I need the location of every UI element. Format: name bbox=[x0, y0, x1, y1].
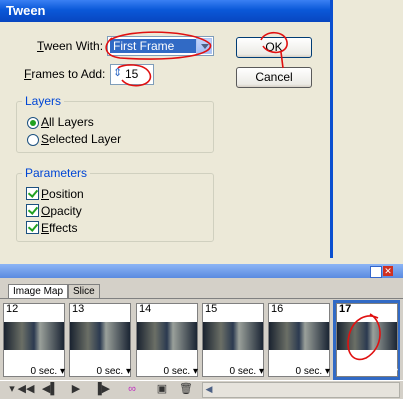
tab-image-map[interactable]: Image Map bbox=[8, 284, 69, 299]
dialog-border bbox=[330, 0, 333, 258]
opacity-checkbox[interactable] bbox=[26, 204, 39, 217]
ok-button[interactable]: OK bbox=[236, 37, 312, 58]
tab-slice[interactable]: Slice bbox=[68, 284, 100, 299]
frame-image bbox=[70, 322, 130, 350]
close-icon[interactable]: ✕ bbox=[383, 266, 393, 276]
first-frame-icon[interactable]: ◀◀ bbox=[16, 381, 36, 397]
tween-with-value: First Frame bbox=[110, 39, 199, 53]
all-layers-radio[interactable] bbox=[27, 117, 39, 129]
frames-to-add-field[interactable]: ⇕ 15 bbox=[110, 64, 154, 85]
tween-with-label: Tween With: bbox=[37, 39, 104, 53]
frame-delay[interactable]: 0 sec. ▾ bbox=[69, 366, 132, 377]
layers-group-label: Layers bbox=[22, 94, 65, 108]
red-annotation-scribble bbox=[105, 31, 212, 87]
tween-with-select[interactable]: First Frame bbox=[107, 36, 214, 56]
trash-icon[interactable]: 🗑 bbox=[176, 381, 196, 397]
effects-label[interactable]: Effects bbox=[41, 221, 77, 235]
spinner-arrows-icon[interactable]: ⇕ bbox=[113, 66, 122, 79]
next-frame-icon[interactable]: ▐▶ bbox=[92, 381, 112, 397]
parameters-group-label: Parameters bbox=[22, 166, 91, 180]
frames-to-add-label: Frames to Add: bbox=[24, 67, 106, 81]
frame-delay[interactable]: 0 sec. ▾ bbox=[136, 366, 199, 377]
previous-frame-icon[interactable]: ◀▌ bbox=[40, 381, 60, 397]
horizontal-scrollbar[interactable] bbox=[202, 382, 400, 398]
panel-titlebar bbox=[0, 264, 403, 278]
tween-icon[interactable]: ∞ bbox=[122, 381, 142, 397]
frame-image bbox=[4, 322, 64, 350]
position-checkbox[interactable] bbox=[26, 187, 39, 200]
frame-delay[interactable]: 0 sec. ▾ bbox=[202, 366, 265, 377]
all-layers-label[interactable]: All Layers bbox=[41, 115, 94, 129]
chevron-down-icon[interactable] bbox=[196, 38, 212, 54]
selected-layer-label[interactable]: Selected Layer bbox=[41, 132, 121, 146]
frame-delay[interactable]: 0 sec. ▾ bbox=[336, 366, 399, 377]
frame-image bbox=[337, 322, 397, 350]
frame-delay[interactable]: 0 sec. ▾ bbox=[3, 366, 66, 377]
selected-layer-radio[interactable] bbox=[27, 134, 39, 146]
frame-delay[interactable]: 0 sec. ▾ bbox=[268, 366, 331, 377]
frame-image bbox=[203, 322, 263, 350]
frames-to-add-value[interactable]: 15 bbox=[125, 67, 138, 81]
frame-image bbox=[269, 322, 329, 350]
dialog-title: Tween bbox=[0, 0, 330, 22]
position-label[interactable]: Position bbox=[41, 187, 84, 201]
cancel-button[interactable]: Cancel bbox=[236, 67, 312, 88]
background-window bbox=[330, 0, 403, 258]
tab-divider bbox=[0, 298, 403, 299]
play-icon[interactable]: ▶ bbox=[66, 381, 86, 397]
scroll-left-icon[interactable]: ◀ bbox=[202, 382, 216, 396]
opacity-label[interactable]: Opacity bbox=[41, 204, 82, 218]
frame-image bbox=[137, 322, 197, 350]
minimize-icon[interactable] bbox=[370, 266, 382, 278]
effects-checkbox[interactable] bbox=[26, 221, 39, 234]
duplicate-frame-icon[interactable]: ▣ bbox=[152, 381, 172, 397]
